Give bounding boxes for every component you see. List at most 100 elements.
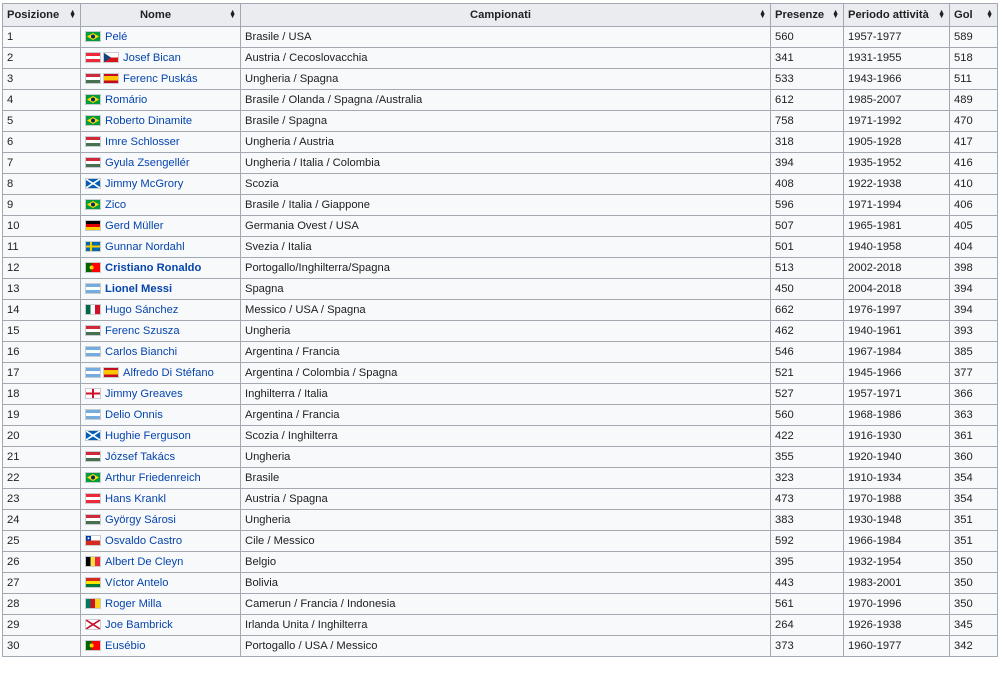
brazil-flag-icon[interactable] [85,115,101,126]
player-name-link[interactable]: Gyula Zsengellér [105,157,190,169]
player-name-link[interactable]: Ferenc Puskás [123,73,198,85]
hungary-flag-icon[interactable] [85,451,101,462]
player-name-link[interactable]: Pelé [105,31,127,43]
bolivia-flag-icon[interactable] [85,577,101,588]
header-gol[interactable]: Gol ▲ ▼ [949,3,998,27]
northernireland-flag-icon[interactable] [85,619,101,630]
cameroon-flag-icon[interactable] [85,598,101,609]
header-presenze[interactable]: Presenze ▲ ▼ [770,3,844,27]
england-flag-icon[interactable] [85,388,101,399]
goals-cell: 377 [949,362,998,384]
player-cell: Alfredo Di Stéfano [80,362,241,384]
belgium-flag-icon[interactable] [85,556,101,567]
scotland-flag-icon[interactable] [85,178,101,189]
austria-flag-icon[interactable] [85,52,101,63]
goals-cell: 351 [949,530,998,552]
mexico-flag-icon[interactable] [85,304,101,315]
player-name-link[interactable]: Ferenc Szusza [105,325,180,337]
player-name-link[interactable]: Zico [105,199,126,211]
hungary-flag-icon[interactable] [85,136,101,147]
sort-icon[interactable]: ▲ ▼ [938,9,945,20]
player-name-link[interactable]: Carlos Bianchi [105,346,177,358]
player-name-link[interactable]: Hugo Sánchez [105,304,178,316]
period-cell: 1960-1977 [843,635,950,657]
player-name-link[interactable]: Cristiano Ronaldo [105,262,201,274]
player-name-link[interactable]: Roberto Dinamite [105,115,192,127]
portugal-flag-icon[interactable] [85,640,101,651]
brazil-flag-icon[interactable] [85,199,101,210]
spain-flag-icon[interactable] [103,73,119,84]
czech-flag-icon[interactable] [103,52,119,63]
hungary-flag-icon[interactable] [85,73,101,84]
sort-icon[interactable]: ▲ ▼ [759,9,766,20]
sweden-flag-icon[interactable] [85,241,101,252]
player-cell: Josef Bican [80,47,241,69]
period-cell: 1943-1966 [843,68,950,90]
hungary-flag-icon[interactable] [85,157,101,168]
argentina-flag-icon[interactable] [85,367,101,378]
position-cell: 6 [2,131,81,153]
brazil-flag-icon[interactable] [85,472,101,483]
portugal-flag-icon[interactable] [85,262,101,273]
brazil-flag-icon[interactable] [85,31,101,42]
period-cell: 1916-1930 [843,425,950,447]
sort-icon[interactable]: ▲ ▼ [832,9,839,20]
player-cell: Arthur Friedenreich [80,467,241,489]
header-nome[interactable]: Nome ▲ ▼ [80,3,241,27]
scoreboard-table-container: Posizione ▲ ▼ Nome ▲ ▼ Campionati ▲ ▼ Presenze ▲ ▼ P… [2,3,998,657]
header-periodo[interactable]: Periodo attività ▲ ▼ [843,3,950,27]
germany-flag-icon[interactable] [85,220,101,231]
argentina-flag-icon[interactable] [85,283,101,294]
player-name-link[interactable]: Osvaldo Castro [105,535,182,547]
player-name-link[interactable]: Alfredo Di Stéfano [123,367,214,379]
player-name-link[interactable]: Joe Bambrick [105,619,173,631]
sort-icon[interactable]: ▲ ▼ [229,9,236,20]
player-cell: György Sárosi [80,509,241,531]
position-cell: 4 [2,89,81,111]
goals-cell: 393 [949,320,998,342]
appearances-cell: 355 [770,446,844,468]
table-row: 27 Víctor Antelo Bolivia 443 1983-2001 350 [2,572,998,594]
argentina-flag-icon[interactable] [85,346,101,357]
header-campionati[interactable]: Campionati ▲ ▼ [240,3,771,27]
player-name-link[interactable]: Arthur Friedenreich [105,472,201,484]
table-row: 2 Josef Bican Austria / Cecoslovacchia 341 1… [2,47,998,69]
player-name-link[interactable]: Hans Krankl [105,493,166,505]
player-name-link[interactable]: Gunnar Nordahl [105,241,185,253]
hungary-flag-icon[interactable] [85,325,101,336]
brazil-flag-icon[interactable] [85,94,101,105]
player-name-link[interactable]: Delio Onnis [105,409,163,421]
header-label: Campionati [470,9,531,21]
sort-icon[interactable]: ▲ ▼ [986,9,993,20]
player-name-link[interactable]: Eusébio [105,640,145,652]
period-cell: 1931-1955 [843,47,950,69]
player-name-link[interactable]: Imre Schlosser [105,136,180,148]
sort-icon[interactable]: ▲ ▼ [69,9,76,20]
player-name-link[interactable]: Jimmy Greaves [105,388,183,400]
player-name-link[interactable]: Víctor Antelo [105,577,168,589]
player-name-link[interactable]: Romário [105,94,147,106]
player-name-link[interactable]: Albert De Cleyn [105,556,183,568]
player-name-link[interactable]: Gerd Müller [105,220,163,232]
player-name-link[interactable]: Josef Bican [123,52,181,64]
position-cell: 21 [2,446,81,468]
goals-cell: 350 [949,593,998,615]
argentina-flag-icon[interactable] [85,409,101,420]
spain-flag-icon[interactable] [103,367,119,378]
period-cell: 1922-1938 [843,173,950,195]
player-name-link[interactable]: Roger Milla [105,598,162,610]
player-name-link[interactable]: Jimmy McGrory [105,178,183,190]
player-name-link[interactable]: Hughie Ferguson [105,430,191,442]
header-posizione[interactable]: Posizione ▲ ▼ [2,3,81,27]
austria-flag-icon[interactable] [85,493,101,504]
hungary-flag-icon[interactable] [85,514,101,525]
player-name-link[interactable]: József Takács [105,451,175,463]
player-cell: Víctor Antelo [80,572,241,594]
appearances-cell: 443 [770,572,844,594]
goals-cell: 489 [949,89,998,111]
player-name-link[interactable]: Lionel Messi [105,283,172,295]
appearances-cell: 394 [770,152,844,174]
scotland-flag-icon[interactable] [85,430,101,441]
player-name-link[interactable]: György Sárosi [105,514,176,526]
chile-flag-icon[interactable] [85,535,101,546]
